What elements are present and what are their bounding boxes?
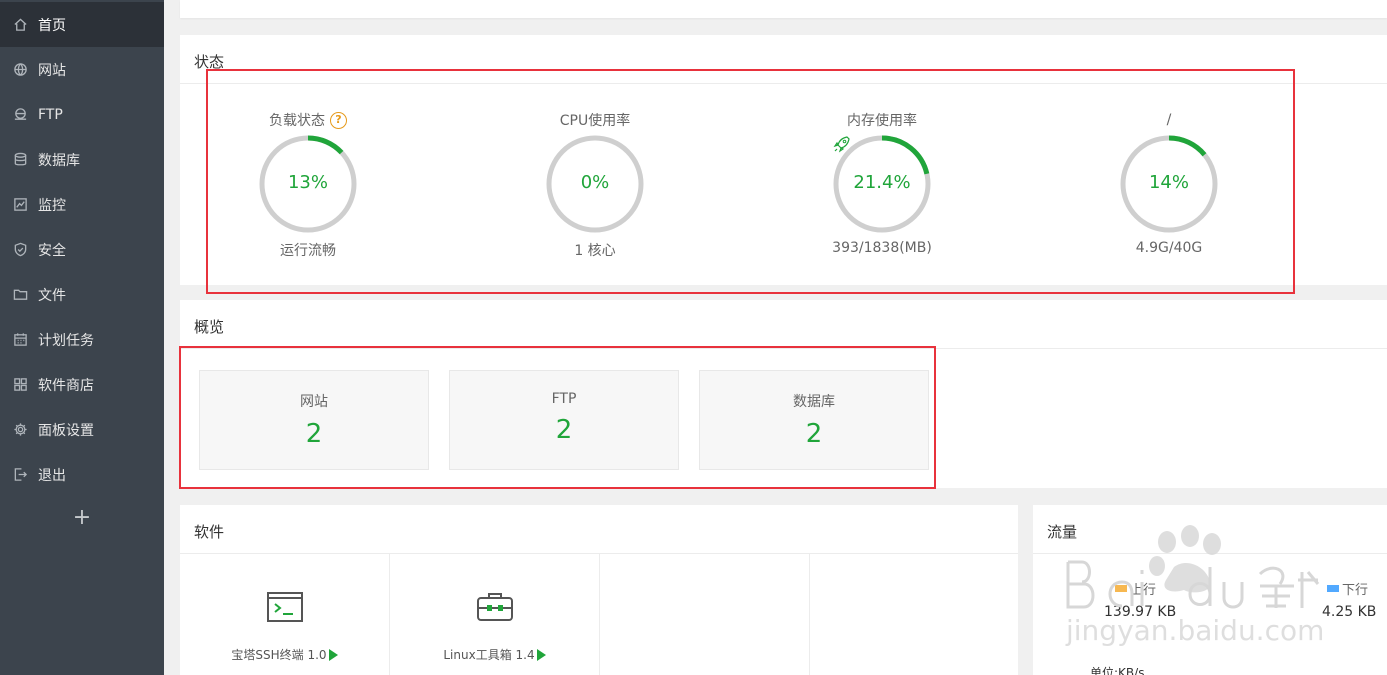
download-legend: 下行 [1327,579,1368,598]
toolbox-icon [476,593,513,621]
sidebar-item-label: 网站 [38,62,66,79]
globe-icon [12,62,28,78]
header-card [180,0,1387,18]
sidebar-item-label: 退出 [38,467,66,484]
sidebar-item-label: 文件 [38,287,66,304]
overview-title: 概览 [194,318,225,336]
home-icon [12,17,28,33]
sidebar-item-settings[interactable]: 面板设置 [0,407,164,452]
shield-icon [12,242,28,258]
software-label: Linux工具箱 1.4 [443,648,535,662]
sidebar-item-website[interactable]: 网站 [0,47,164,92]
ftp-icon [12,107,28,123]
monitor-icon [12,197,28,213]
software-label: 宝塔SSH终端 1.0 [231,648,327,662]
sidebar-item-security[interactable]: 安全 [0,227,164,272]
sidebar-item-label: 软件商店 [38,377,94,394]
highlight-box-overview [179,346,936,489]
sidebar-item-ftp[interactable]: FTP [0,92,164,137]
upload-legend: 上行 [1115,579,1156,598]
sidebar-item-label: 首页 [38,17,66,34]
sidebar-item-database[interactable]: 数据库 [0,137,164,182]
apps-icon [12,377,28,393]
sidebar-item-files[interactable]: 文件 [0,272,164,317]
software-slot-empty [600,554,810,675]
sidebar-item-label: 数据库 [38,152,80,169]
sidebar-item-label: 计划任务 [38,332,94,349]
software-item-toolbox[interactable]: Linux工具箱 1.4 [390,554,600,675]
software-slot-empty [810,554,1020,675]
gear-icon [12,422,28,438]
divider [1033,553,1387,554]
upload-swatch [1115,585,1127,592]
sidebar: 首页 网站 FTP 数据库 监控 安全 文件 计划任务 软件商店 面板设置 退出… [0,0,164,675]
traffic-title: 流量 [1047,523,1078,541]
play-icon[interactable] [328,648,338,661]
sidebar-item-label: FTP [38,106,63,123]
database-icon [12,152,28,168]
sidebar-item-label: 监控 [38,197,66,214]
calendar-icon [12,332,28,348]
sidebar-item-store[interactable]: 软件商店 [0,362,164,407]
download-label: 下行 [1342,583,1369,598]
sidebar-item-monitor[interactable]: 监控 [0,182,164,227]
sidebar-item-label: 面板设置 [38,422,94,439]
sidebar-item-home[interactable]: 首页 [0,2,164,47]
unit-label: 单位:KB/s [1090,666,1145,675]
upload-value: 139.97 KB [1104,604,1177,620]
terminal-icon [266,592,303,622]
sidebar-item-logout[interactable]: 退出 [0,452,164,497]
download-value: 4.25 KB [1322,604,1377,620]
software-title: 软件 [194,523,225,541]
sidebar-item-cron[interactable]: 计划任务 [0,317,164,362]
add-menu-button[interactable]: + [0,496,164,538]
software-item-ssh[interactable]: 宝塔SSH终端 1.0 [180,554,390,675]
folder-icon [12,287,28,303]
software-panel: 软件 宝塔SSH终端 1.0 Linux工具箱 1.4 [180,505,1018,675]
logout-icon [12,467,28,483]
sidebar-item-label: 安全 [38,242,66,259]
play-icon[interactable] [536,648,546,661]
upload-label: 上行 [1130,583,1157,598]
traffic-panel: 流量 上行 下行 139.97 KB 4.25 KB 单位:KB/s [1033,505,1387,675]
download-swatch [1327,585,1339,592]
highlight-box-status [206,69,1295,294]
